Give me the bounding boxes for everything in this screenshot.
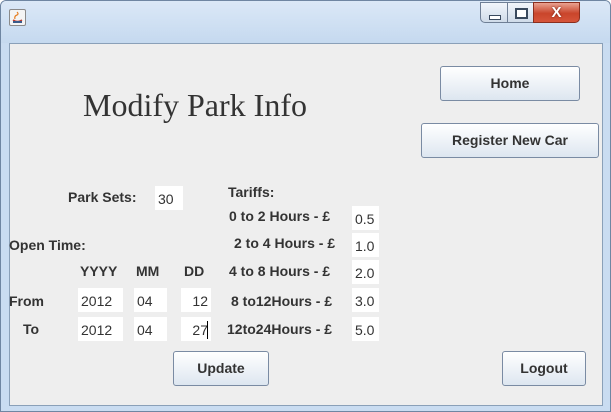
tariff-field[interactable]: 0.5 [352,206,379,230]
tariff-label: 4 to 8 Hours - £ [229,263,331,279]
register-new-car-button[interactable]: Register New Car [421,123,599,158]
header-dd: DD [184,263,205,279]
close-button[interactable]: X [533,2,580,23]
maximize-button[interactable] [507,2,534,23]
close-icon: X [551,4,562,21]
to-year-field[interactable]: 2012 [78,317,123,341]
tariff-label: 8 to12Hours - £ [231,293,333,309]
tariff-label: 12to24Hours - £ [227,321,333,337]
park-sets-label: Park Sets: [68,189,137,205]
from-label: From [9,293,44,309]
java-app-icon [9,9,26,26]
page-title: Modify Park Info [83,87,307,123]
text-caret [207,321,208,339]
from-year-field[interactable]: 2012 [78,288,123,312]
open-time-label: Open Time: [9,237,86,253]
minimize-button[interactable] [480,2,508,23]
app-window: X Home Register New Car Modify Park Info… [0,0,611,412]
update-button[interactable]: Update [173,351,269,386]
header-mm: MM [136,263,160,279]
park-sets-field[interactable]: 30 [155,186,183,210]
header-yyyy: YYYY [80,263,118,279]
logout-button[interactable]: Logout [502,351,586,386]
tariff-field[interactable]: 1.0 [352,233,379,257]
to-label: To [23,321,40,337]
tariff-label: 2 to 4 Hours - £ [234,235,336,251]
from-day-field[interactable]: 12 [181,288,211,312]
tariff-field[interactable]: 2.0 [352,260,379,284]
title-bar: X [1,1,610,43]
tariff-label: 0 to 2 Hours - £ [229,208,331,224]
tariffs-label: Tariffs: [228,184,275,200]
tariff-field[interactable]: 5.0 [352,317,379,341]
from-month-field[interactable]: 04 [134,288,167,312]
tariff-field[interactable]: 3.0 [352,288,379,312]
to-month-field[interactable]: 04 [134,317,167,341]
home-button[interactable]: Home [440,66,580,101]
